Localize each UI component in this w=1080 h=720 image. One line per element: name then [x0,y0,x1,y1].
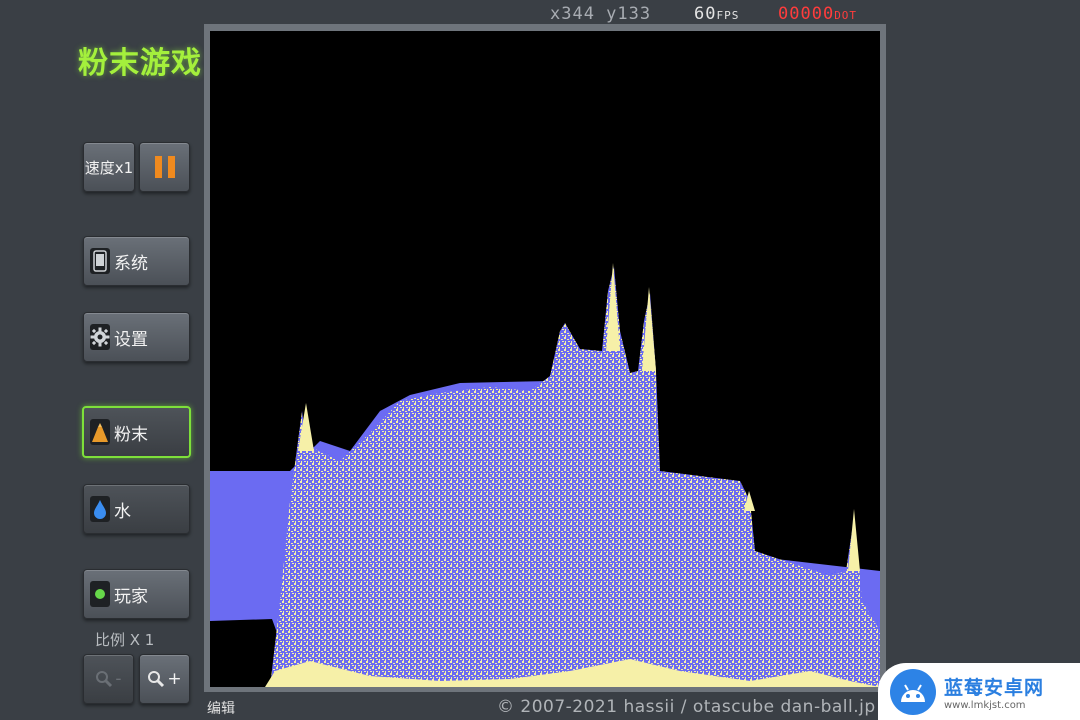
zoom-out-icon [96,671,113,688]
simulation-canvas[interactable] [210,31,880,687]
dot-unit: DOT [834,9,858,22]
system-button[interactable]: 系统 [83,236,190,286]
speed-label: 速度x1 [84,158,134,177]
settings-label: 设置 [114,329,148,350]
powder-label: 粉末 [114,424,148,445]
scale-label: 比例 X 1 [95,631,155,649]
robot-logo-icon [890,668,936,715]
fps-counter: 60FPS [694,4,739,24]
watermark-title: 蓝莓安卓网 [944,676,1045,699]
system-label: 系统 [114,253,148,274]
powder-water-mass [270,267,880,687]
canvas-frame [204,24,886,692]
player-dot-icon [90,581,110,607]
fps-value: 60 [694,4,717,24]
fps-unit: FPS [716,9,740,22]
settings-button[interactable]: 设置 [83,312,190,362]
zoom-out-label: - [115,669,122,689]
player-button[interactable]: 玩家 [83,569,190,619]
app-title: 粉末游戏 [78,46,202,81]
dot-value: 00000 [778,4,835,24]
water-label: 水 [114,501,131,522]
water-button[interactable]: 水 [83,484,190,534]
powder-spire [848,509,860,571]
powder-button[interactable]: 粉末 [82,406,191,458]
player-label: 玩家 [114,586,148,607]
speed-button[interactable]: 速度x1 [83,142,135,192]
powder-pile-icon [90,419,110,445]
simulation-scene [210,263,880,687]
copyright-text: © 2007-2021 hassii / otascube dan-ball.j… [497,697,876,717]
dot-counter: 00000DOT [778,4,857,24]
zoom-in-label: + [167,669,182,689]
zoom-in-icon [148,671,165,688]
pause-icon [154,156,175,178]
pause-button[interactable] [139,142,190,192]
phone-icon [90,248,110,274]
zoom-out-button[interactable]: - [83,654,134,704]
edit-label[interactable]: 编辑 [207,698,235,718]
gear-icon [90,324,110,350]
zoom-in-button[interactable]: + [139,654,190,704]
watermark-url: www.lmkjst.com [944,699,1026,711]
site-watermark: 蓝莓安卓网 www.lmkjst.com [878,663,1080,720]
water-drop-icon [90,496,110,522]
cursor-coords: x344 y133 [550,4,652,24]
